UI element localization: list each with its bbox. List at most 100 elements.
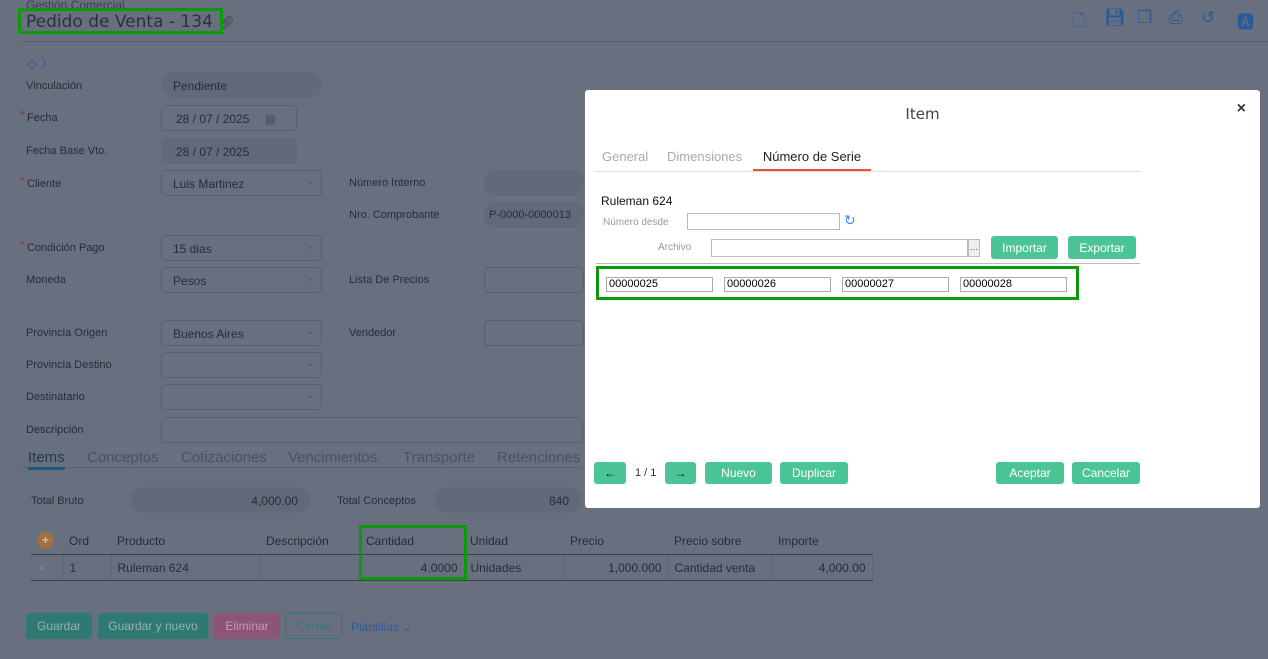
cerrar-button[interactable]: Cerrar	[285, 613, 342, 639]
cell-unidad[interactable]: Unidades	[464, 554, 565, 581]
moneda-select[interactable]: Pesos ⌄	[161, 267, 322, 293]
tab-general[interactable]: General	[602, 149, 648, 164]
page-title: Pedido de Venta - 134 🔗︎	[26, 12, 235, 32]
provincia-origen-select[interactable]: Buenos Aires ⌄	[161, 320, 322, 346]
calendar-icon[interactable]: ▦	[265, 112, 276, 126]
arrow-left-icon: ←	[604, 466, 616, 480]
table-header: + Ord Producto Descripción Cantidad Unid…	[31, 527, 872, 555]
nuevo-button[interactable]: Nuevo	[705, 462, 772, 484]
serial-divider	[596, 263, 1140, 264]
link-icon[interactable]: 🔗︎	[218, 16, 235, 31]
serial-input[interactable]: 00000026	[724, 277, 831, 292]
provincia-destino-select[interactable]: ⌄	[161, 352, 322, 378]
tab-cotizaciones[interactable]: Cotizaciones	[181, 449, 267, 466]
save-icon[interactable]: 💾︎	[1104, 8, 1126, 28]
tag-icon[interactable]: ◇ 〉	[27, 53, 54, 72]
pdf-icon[interactable]: 🅰︎	[1237, 8, 1254, 33]
fecha-base-field[interactable]: 28 / 07 / 2025	[161, 138, 297, 164]
aceptar-button[interactable]: Aceptar	[996, 462, 1064, 484]
guardar-nuevo-button[interactable]: Guardar y nuevo	[98, 613, 208, 639]
serial-input[interactable]: 00000028	[960, 277, 1067, 292]
plantillas-dropdown[interactable]: Plantillas ⌄	[351, 620, 412, 634]
tab-dimensiones[interactable]: Dimensiones	[667, 149, 742, 164]
provincia-destino-label: Provincia Destino	[26, 359, 112, 371]
chevron-down-icon: ⌄	[306, 390, 315, 401]
chevron-down-icon: ⌄	[306, 241, 315, 252]
col-precio-sobre: Precio sobre	[668, 527, 772, 555]
add-row-icon[interactable]: +	[37, 532, 54, 549]
moneda-label: Moneda	[26, 274, 66, 286]
chevron-down-icon: ⌄	[306, 273, 315, 284]
importar-button[interactable]: Importar	[991, 236, 1058, 259]
total-conceptos-label: Total Conceptos	[337, 495, 416, 507]
tab-retenciones[interactable]: Retenciones	[497, 449, 580, 466]
cliente-select[interactable]: Luis Martinez ⌄	[161, 170, 322, 196]
nro-comprobante-field[interactable]: P-0000-0000013	[484, 202, 584, 228]
cliente-label: Cliente	[20, 175, 61, 190]
tab-vencimientos[interactable]: Vencimientos	[288, 449, 377, 466]
eliminar-button[interactable]: Eliminar	[214, 613, 280, 639]
serial-input[interactable]: 00000027	[842, 277, 949, 292]
serial-input[interactable]: 00000025	[606, 277, 713, 292]
fecha-label: Fecha	[20, 109, 57, 124]
lista-precios-label: Lista De Precios	[349, 274, 430, 286]
tab-items[interactable]: Items	[28, 449, 65, 470]
chevron-down-icon: ⌄	[306, 358, 315, 369]
vinculacion-field[interactable]: Pendiente	[161, 72, 322, 98]
numero-interno-field[interactable]	[484, 170, 584, 196]
fecha-field[interactable]: 28 / 07 / 2025 ▦	[161, 105, 297, 131]
destinatario-select[interactable]: ⌄	[161, 384, 322, 410]
tab-numero-serie[interactable]: Número de Serie	[753, 149, 871, 171]
browse-button[interactable]: …	[968, 239, 980, 257]
col-ord: Ord	[63, 527, 111, 555]
product-name: Ruleman 624	[601, 194, 673, 208]
vendedor-label: Vendedor	[349, 327, 397, 339]
descripcion-field[interactable]	[161, 417, 583, 443]
chevron-down-icon: ⌄	[306, 176, 315, 187]
destinatario-label: Destinatario	[26, 391, 85, 403]
new-document-icon[interactable]: 🗋	[1072, 8, 1086, 37]
condicion-pago-select[interactable]: 15 dias ⌄	[161, 235, 322, 261]
archivo-input[interactable]	[711, 239, 968, 257]
pager-text: 1 / 1	[635, 467, 657, 479]
guardar-button[interactable]: Guardar	[26, 613, 92, 639]
arrow-right-icon: →	[674, 466, 687, 480]
cell-precio[interactable]: 1,000.000	[564, 554, 669, 581]
fecha-base-label: Fecha Base Vto.	[26, 145, 108, 157]
total-bruto-label: Total Bruto	[31, 495, 84, 507]
prev-button[interactable]: ←	[594, 462, 626, 484]
total-bruto-field: 4,000.00	[131, 487, 310, 513]
cell-producto[interactable]: Ruleman 624	[111, 554, 261, 581]
table-row[interactable]: ✕ 1 Ruleman 624 4.0000 Unidades 1,000.00…	[31, 554, 873, 581]
duplicar-button[interactable]: Duplicar	[780, 462, 848, 484]
provincia-origen-label: Provincia Origen	[26, 327, 108, 339]
refresh-icon[interactable]: ↻	[844, 212, 856, 229]
col-importe: Importe	[772, 527, 872, 555]
items-tabs: Items Conceptos Cotizaciones Vencimiento…	[22, 449, 582, 470]
cell-precio-sobre[interactable]: Cantidad venta	[668, 554, 773, 581]
vendedor-field[interactable]	[484, 320, 584, 346]
next-button[interactable]: →	[665, 462, 696, 484]
col-producto: Producto	[111, 527, 260, 555]
item-modal: Item × General Dimensiones Número de Ser…	[585, 90, 1260, 508]
col-cantidad: Cantidad	[360, 527, 464, 555]
numero-desde-input[interactable]	[687, 213, 840, 230]
history-icon[interactable]: ↺	[1201, 8, 1215, 28]
print-icon[interactable]: ⎙	[1169, 8, 1183, 28]
numero-desde-label: Número desde	[603, 217, 669, 228]
cancelar-button[interactable]: Cancelar	[1072, 462, 1140, 484]
cell-importe: 4,000.00	[772, 554, 873, 581]
tab-transporte[interactable]: Transporte	[403, 449, 475, 466]
delete-row-icon[interactable]: ✕	[37, 561, 47, 575]
cell-descripcion[interactable]	[260, 554, 361, 581]
exportar-button[interactable]: Exportar	[1068, 236, 1136, 259]
descripcion-label: Descripción	[26, 424, 84, 436]
copy-icon[interactable]: ❐	[1137, 8, 1152, 28]
close-icon[interactable]: ×	[1237, 100, 1246, 118]
archivo-label: Archivo	[658, 242, 692, 253]
divider	[22, 41, 1268, 42]
lista-precios-field[interactable]	[484, 267, 584, 293]
tab-conceptos[interactable]: Conceptos	[87, 449, 159, 466]
cell-cantidad[interactable]: 4.0000	[360, 554, 465, 581]
breadcrumb: Gestión Comercial	[26, 0, 125, 12]
